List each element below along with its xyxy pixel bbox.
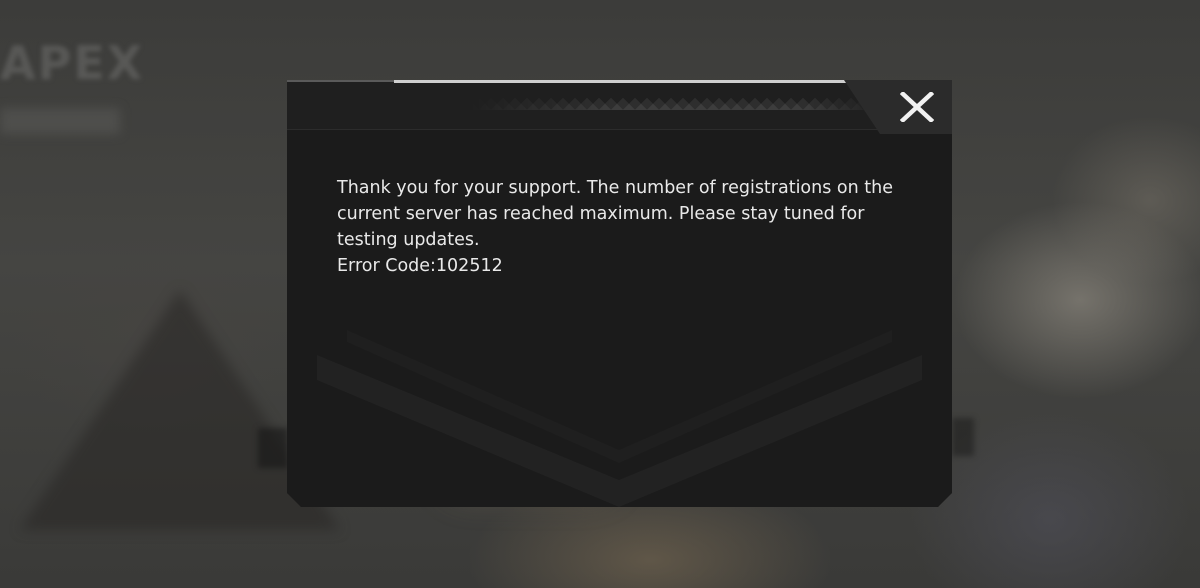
close-icon xyxy=(900,92,934,122)
message-line: current server has reached maximum. Plea… xyxy=(337,204,865,224)
background-game-logo: APEX xyxy=(0,36,145,90)
error-code: Error Code:102512 xyxy=(337,256,503,276)
header-triangle-pattern xyxy=(467,98,887,110)
game-screen: APEX Thank you for your support. The num… xyxy=(0,0,1200,588)
header-rim-highlight xyxy=(394,80,849,83)
error-dialog: Thank you for your support. The number o… xyxy=(287,80,952,507)
message-line: Thank you for your support. The number o… xyxy=(337,178,893,198)
close-button[interactable] xyxy=(844,80,952,134)
close-button-background xyxy=(844,80,952,134)
message-line: testing updates. xyxy=(337,230,480,250)
dialog-chevron-decoration xyxy=(287,80,952,507)
background-logo-subtitle xyxy=(0,108,120,134)
background-left-marker xyxy=(258,428,288,468)
header-rim-left xyxy=(287,80,394,82)
error-message: Thank you for your support. The number o… xyxy=(337,175,897,279)
background-right-marker xyxy=(952,418,974,456)
